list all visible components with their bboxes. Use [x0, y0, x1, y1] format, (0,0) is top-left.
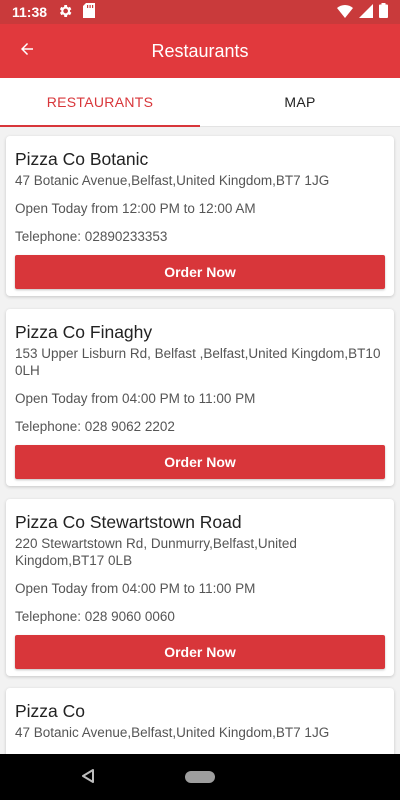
arrow-left-icon — [18, 40, 36, 63]
restaurant-name: Pizza Co Botanic — [15, 149, 149, 169]
app-bar: Restaurants — [0, 24, 400, 78]
tab-map[interactable]: MAP — [200, 78, 400, 126]
restaurant-address: 47 Botanic Avenue,Belfast,United Kingdom… — [15, 173, 330, 188]
restaurant-address: 47 Botanic Avenue,Belfast,United Kingdom… — [15, 725, 330, 740]
system-nav-bar — [0, 754, 400, 800]
status-time: 11:38 — [12, 4, 48, 20]
restaurant-card: Pizza Co Stewartstown Road 220 Stewartst… — [6, 499, 394, 676]
gear-icon — [57, 3, 73, 22]
restaurant-list[interactable]: Pizza Co Botanic 47 Botanic Avenue,Belfa… — [0, 127, 400, 754]
restaurant-telephone[interactable]: Telephone: 028 9060 0060 — [15, 608, 385, 625]
restaurant-telephone[interactable]: Telephone: 02890233353 — [15, 228, 385, 245]
wifi-icon — [337, 4, 353, 21]
restaurant-address: 220 Stewartstown Rd, Dunmurry,Belfast,Un… — [15, 536, 297, 568]
battery-icon — [379, 3, 388, 21]
page-title: Restaurants — [151, 40, 249, 61]
restaurant-telephone[interactable]: Telephone: 028 9062 2202 — [15, 418, 385, 435]
restaurant-name: Pizza Co Stewartstown Road — [15, 512, 242, 532]
restaurant-card: Pizza Co Botanic 47 Botanic Avenue,Belfa… — [6, 136, 394, 296]
restaurant-name: Pizza Co — [15, 701, 86, 721]
restaurant-hours: Open Today from 12:00 PM to 12:00 AM — [15, 201, 256, 216]
sd-card-icon — [83, 3, 96, 21]
tab-bar: RESTAURANTS MAP — [0, 78, 400, 127]
home-pill-icon[interactable] — [185, 771, 215, 783]
tab-restaurants[interactable]: RESTAURANTS — [0, 78, 200, 127]
back-button[interactable] — [0, 24, 54, 78]
restaurant-name: Pizza Co Finaghy — [15, 322, 153, 342]
order-now-button[interactable]: Order Now — [15, 635, 385, 669]
restaurant-address: 153 Upper Lisburn Rd, Belfast ,Belfast,U… — [15, 346, 381, 378]
signal-icon — [359, 3, 373, 21]
restaurant-hours: Open Today from 04:00 PM to 11:00 PM — [15, 391, 256, 406]
back-triangle-icon[interactable] — [82, 769, 94, 788]
status-bar: 11:38 — [0, 0, 400, 24]
restaurant-hours: Open Today from 04:00 PM to 11:00 PM — [15, 581, 256, 596]
order-now-button[interactable]: Order Now — [15, 445, 385, 479]
order-now-button[interactable]: Order Now — [15, 255, 385, 289]
restaurant-card: Pizza Co 47 Botanic Avenue,Belfast,Unite… — [6, 688, 394, 754]
restaurant-card: Pizza Co Finaghy 153 Upper Lisburn Rd, B… — [6, 309, 394, 486]
